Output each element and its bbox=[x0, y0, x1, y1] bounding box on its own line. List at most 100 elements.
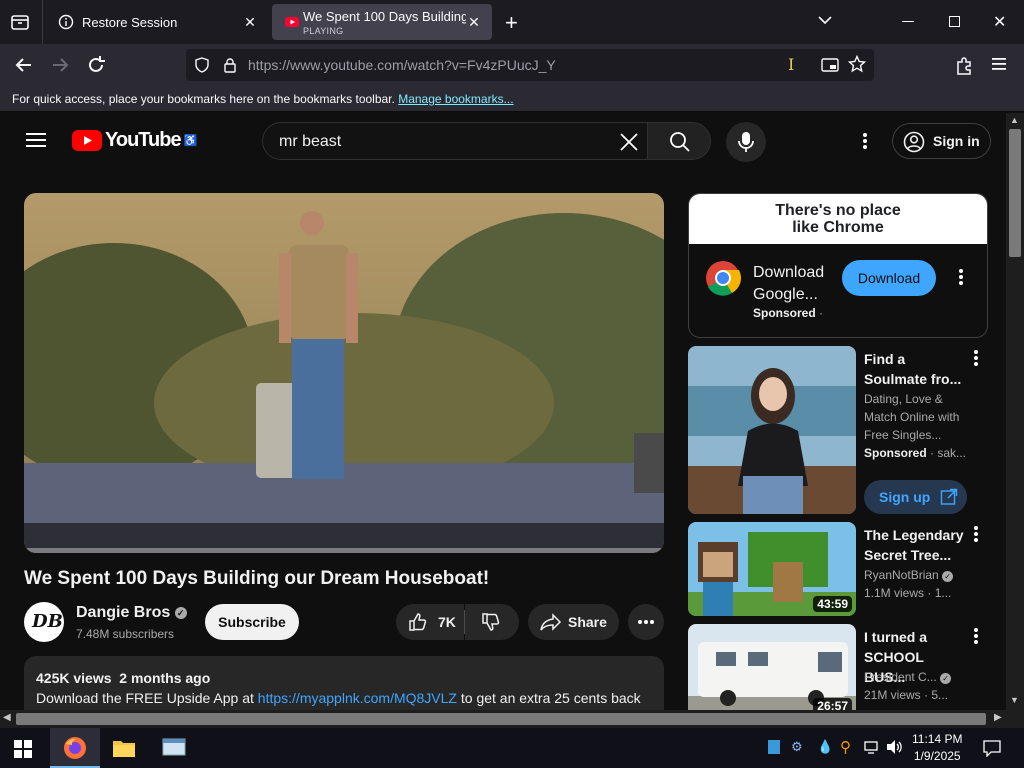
tray-search-icon[interactable]: ⚲ bbox=[840, 738, 851, 756]
youtube-page: YouTube ♿ mr beast Sign in We Spent 100 … bbox=[0, 113, 1006, 710]
scroll-left-icon[interactable]: ◀ bbox=[3, 712, 11, 723]
search-button[interactable] bbox=[647, 122, 711, 160]
video-thumbnail[interactable]: 43:59 bbox=[688, 522, 856, 616]
new-tab-icon[interactable]: + bbox=[505, 10, 518, 36]
verified-icon: ✓ bbox=[174, 607, 187, 619]
channel-name[interactable]: President C... ✓ bbox=[864, 668, 974, 686]
scroll-thumb[interactable] bbox=[16, 713, 986, 725]
manage-bookmarks-link[interactable]: Manage bookmarks... bbox=[398, 92, 513, 106]
more-actions-button[interactable] bbox=[628, 604, 664, 640]
item-more-icon[interactable] bbox=[968, 524, 984, 544]
settings-more-icon[interactable] bbox=[862, 132, 868, 155]
tab-restore-session[interactable]: Restore Session ✕ bbox=[46, 4, 268, 40]
subscribe-button[interactable]: Subscribe bbox=[205, 604, 299, 640]
youtube-logo[interactable]: YouTube ♿ bbox=[72, 129, 197, 152]
sponsored-ad-card[interactable]: There's no place like Chrome Download Go… bbox=[688, 193, 988, 338]
sponsored-video-item[interactable]: Find a Soulmate fro... Dating, Love & Ma… bbox=[688, 346, 988, 516]
channel-name[interactable]: Dangie Bros ✓ bbox=[76, 604, 187, 622]
ad-title[interactable]: Download Google... bbox=[753, 262, 833, 306]
restore-icon[interactable] bbox=[949, 16, 960, 27]
tab-bar: Restore Session ✕ We Spent 100 Days Buil… bbox=[0, 0, 1024, 44]
ad-description: Dating, Love & Match Online with Free Si… bbox=[864, 392, 960, 442]
clear-search-icon[interactable] bbox=[619, 132, 639, 157]
search-input[interactable]: mr beast bbox=[279, 133, 341, 151]
scroll-right-icon[interactable]: ▶ bbox=[994, 712, 1002, 723]
tray-app-icon[interactable] bbox=[768, 740, 780, 754]
notifications-icon[interactable] bbox=[983, 739, 1001, 762]
video-thumbnail[interactable]: 26:57 bbox=[688, 624, 856, 710]
bookmark-star-icon[interactable] bbox=[847, 54, 867, 78]
taskbar-firefox[interactable] bbox=[50, 728, 100, 768]
video-player[interactable] bbox=[24, 193, 664, 553]
tray-network-share-icon[interactable]: ⚙ bbox=[791, 739, 803, 755]
search-box[interactable]: mr beast bbox=[262, 122, 648, 160]
scroll-down-icon[interactable]: ▼ bbox=[1010, 695, 1019, 705]
search-icon bbox=[670, 132, 690, 152]
description-box[interactable]: 425K views 2 months ago Download the FRE… bbox=[24, 656, 664, 710]
video-title[interactable]: The Legendary Secret Tree... bbox=[864, 525, 964, 565]
navigation-toolbar: https://www.youtube.com/watch?v=Fv4zPUuc… bbox=[0, 44, 1024, 86]
tab-title: We Spent 100 Days Building our Dream Hou… bbox=[303, 9, 466, 24]
external-link-icon bbox=[941, 488, 958, 505]
scroll-up-icon[interactable]: ▲ bbox=[1010, 115, 1019, 125]
lock-icon[interactable] bbox=[222, 57, 238, 78]
sign-in-button[interactable]: Sign in bbox=[892, 123, 991, 159]
close-window-icon[interactable]: ✕ bbox=[993, 12, 1006, 32]
list-all-tabs-icon[interactable] bbox=[817, 12, 833, 33]
description-link[interactable]: https://myapplnk.com/MQ8JVLZ bbox=[258, 690, 457, 706]
guide-menu-icon[interactable] bbox=[26, 132, 46, 153]
reload-icon[interactable] bbox=[84, 53, 108, 77]
firefox-view-icon[interactable] bbox=[10, 12, 30, 32]
back-icon[interactable] bbox=[12, 53, 36, 77]
tracking-protection-icon[interactable] bbox=[194, 57, 210, 78]
menu-icon[interactable] bbox=[990, 56, 1014, 80]
ad-banner[interactable]: There's no place like Chrome bbox=[689, 194, 987, 244]
tab-youtube-video[interactable]: We Spent 100 Days Building our Dream Hou… bbox=[272, 4, 492, 40]
url-text[interactable]: https://www.youtube.com/watch?v=Fv4zPUuc… bbox=[248, 57, 556, 73]
description-text: Download the FREE Upside App at https://… bbox=[36, 690, 641, 706]
ad-download-button[interactable]: Download bbox=[842, 260, 936, 296]
bookmarks-hint: For quick access, place your bookmarks h… bbox=[12, 92, 395, 106]
network-icon[interactable] bbox=[864, 739, 880, 760]
channel-name[interactable]: RyanNotBrian ✓ bbox=[864, 566, 974, 584]
system-clock[interactable]: 11:14 PM 1/9/2025 bbox=[912, 731, 962, 765]
sign-up-button[interactable]: Sign up bbox=[864, 480, 967, 514]
app-window-icon[interactable] bbox=[162, 738, 186, 763]
recommended-video-item[interactable]: 43:59 The Legendary Secret Tree... RyanN… bbox=[688, 522, 988, 618]
video-title: We Spent 100 Days Building our Dream Hou… bbox=[24, 568, 490, 589]
dislike-button[interactable] bbox=[465, 604, 519, 640]
more-horizontal-icon bbox=[638, 620, 654, 624]
text-cursor-icon: I bbox=[788, 55, 795, 74]
picture-in-picture-icon[interactable] bbox=[821, 57, 839, 78]
youtube-masthead: YouTube ♿ mr beast Sign in bbox=[0, 113, 1006, 169]
voice-search-button[interactable] bbox=[726, 122, 766, 162]
video-title[interactable]: Find a Soulmate fro... bbox=[864, 349, 964, 389]
microphone-icon bbox=[738, 132, 754, 152]
tab-close-icon[interactable]: ✕ bbox=[466, 14, 482, 30]
view-count: 425K views bbox=[36, 670, 112, 686]
forward-icon[interactable] bbox=[48, 53, 72, 77]
horizontal-scrollbar[interactable]: ◀ ▶ bbox=[0, 710, 1024, 728]
recommended-video-item[interactable]: 26:57 I turned a SCHOOL BUS... President… bbox=[688, 624, 988, 710]
ad-more-icon[interactable] bbox=[958, 268, 964, 291]
extensions-icon[interactable] bbox=[954, 54, 978, 78]
vertical-scrollbar[interactable]: ▲ ▼ bbox=[1006, 113, 1024, 710]
file-explorer-icon[interactable] bbox=[112, 738, 136, 763]
volume-icon[interactable] bbox=[886, 739, 904, 760]
scroll-thumb[interactable] bbox=[1009, 129, 1021, 257]
video-thumbnail[interactable] bbox=[688, 346, 856, 514]
like-button[interactable]: 7K bbox=[396, 604, 464, 640]
item-more-icon[interactable] bbox=[968, 348, 984, 368]
accessibility-icon: ♿ bbox=[183, 135, 198, 147]
address-bar[interactable]: https://www.youtube.com/watch?v=Fv4zPUuc… bbox=[186, 49, 874, 81]
minimize-icon[interactable] bbox=[902, 21, 914, 22]
share-button[interactable]: Share bbox=[528, 604, 619, 640]
start-windows-icon[interactable] bbox=[14, 740, 32, 763]
tab-title: Restore Session bbox=[82, 14, 178, 30]
tray-droplet-icon[interactable]: 💧 bbox=[817, 739, 833, 755]
tab-close-icon[interactable]: ✕ bbox=[242, 14, 258, 30]
subscriber-count: 7.48M subscribers bbox=[76, 627, 175, 641]
item-more-icon[interactable] bbox=[968, 626, 984, 646]
channel-avatar-initials: DB bbox=[32, 611, 63, 632]
channel-avatar[interactable]: DB bbox=[24, 602, 64, 642]
